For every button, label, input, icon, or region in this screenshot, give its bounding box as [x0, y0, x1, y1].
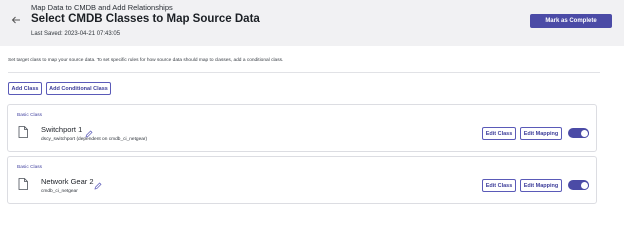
class-type-label: Basic Class [17, 113, 43, 118]
class-name: Network Gear 2 [41, 177, 94, 186]
last-saved-timestamp: Last Saved: 2023-04-21 07:43:05 [31, 31, 121, 37]
class-table-name: cmdb_ci_netgear [41, 189, 78, 194]
class-enabled-toggle[interactable] [568, 128, 589, 138]
page-title: Select CMDB Classes to Map Source Data [31, 13, 260, 25]
page-header: Map Data to CMDB and Add Relationships S… [0, 0, 624, 46]
divider [8, 72, 600, 73]
instructions-text: Set target class to map your source data… [8, 58, 284, 63]
add-conditional-class-button[interactable]: Add Conditional Class [46, 82, 111, 95]
pencil-icon[interactable] [85, 125, 93, 138]
pencil-icon[interactable] [94, 177, 102, 190]
document-icon [18, 125, 28, 138]
class-enabled-toggle[interactable] [568, 180, 589, 190]
edit-class-button[interactable]: Edit Class [482, 179, 516, 192]
edit-mapping-button[interactable]: Edit Mapping [520, 179, 562, 192]
edit-mapping-button[interactable]: Edit Mapping [520, 127, 562, 140]
add-class-button[interactable]: Add Class [8, 82, 42, 95]
document-icon [18, 177, 28, 190]
mark-as-complete-button[interactable]: Mark as Complete [530, 14, 612, 28]
class-card: Basic Class Network Gear 2 cmdb_ci_netge… [7, 156, 597, 204]
class-card: Basic Class Switchport 1 dscy_switchport… [7, 104, 597, 152]
back-arrow-icon[interactable] [9, 13, 23, 27]
edit-class-button[interactable]: Edit Class [482, 127, 516, 140]
class-table-name: dscy_switchport (dependent on cmdb_ci_ne… [41, 137, 148, 142]
toggle-knob [579, 180, 589, 190]
breadcrumb[interactable]: Map Data to CMDB and Add Relationships [31, 3, 173, 12]
class-type-label: Basic Class [17, 165, 43, 170]
toggle-knob [579, 128, 589, 138]
class-name: Switchport 1 [41, 125, 83, 134]
